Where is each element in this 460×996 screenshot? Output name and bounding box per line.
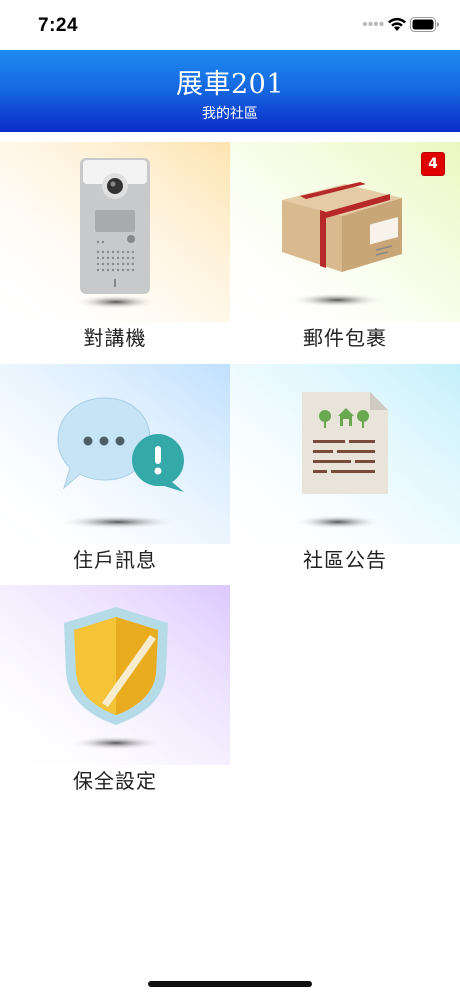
status-bar: 7:24 — [0, 0, 460, 50]
tile-label-community-notice: 社區公告 — [303, 548, 387, 572]
battery-icon — [410, 17, 439, 32]
tile-intercom[interactable]: 對講機 — [0, 142, 230, 364]
intercom-icon — [0, 142, 230, 322]
tile-packages[interactable]: 4 郵件包裹 — [230, 142, 460, 364]
notice-document-icon — [230, 364, 460, 544]
page-subtitle: 我的社區 — [202, 106, 258, 122]
tile-label-packages: 郵件包裹 — [303, 326, 387, 350]
tile-label-intercom: 對講機 — [83, 326, 147, 350]
security-shield-icon — [0, 585, 230, 765]
package-count-badge: 4 — [421, 152, 445, 176]
header-bar: 展車201 我的社區 — [0, 50, 460, 132]
tile-label-security-settings: 保全設定 — [73, 769, 157, 793]
cellular-signal-icon — [362, 21, 384, 27]
status-time: 7:24 — [38, 15, 79, 36]
chat-bubbles-icon — [0, 364, 230, 544]
tile-security-settings[interactable]: 保全設定 — [0, 585, 230, 807]
page-title: 展車201 — [175, 69, 285, 100]
wifi-icon — [388, 17, 406, 31]
tile-community-notice[interactable]: 社區公告 — [230, 364, 460, 586]
tile-resident-messages[interactable]: 住戶訊息 — [0, 364, 230, 586]
home-indicator[interactable] — [148, 981, 312, 987]
tile-label-resident-messages: 住戶訊息 — [73, 548, 157, 572]
